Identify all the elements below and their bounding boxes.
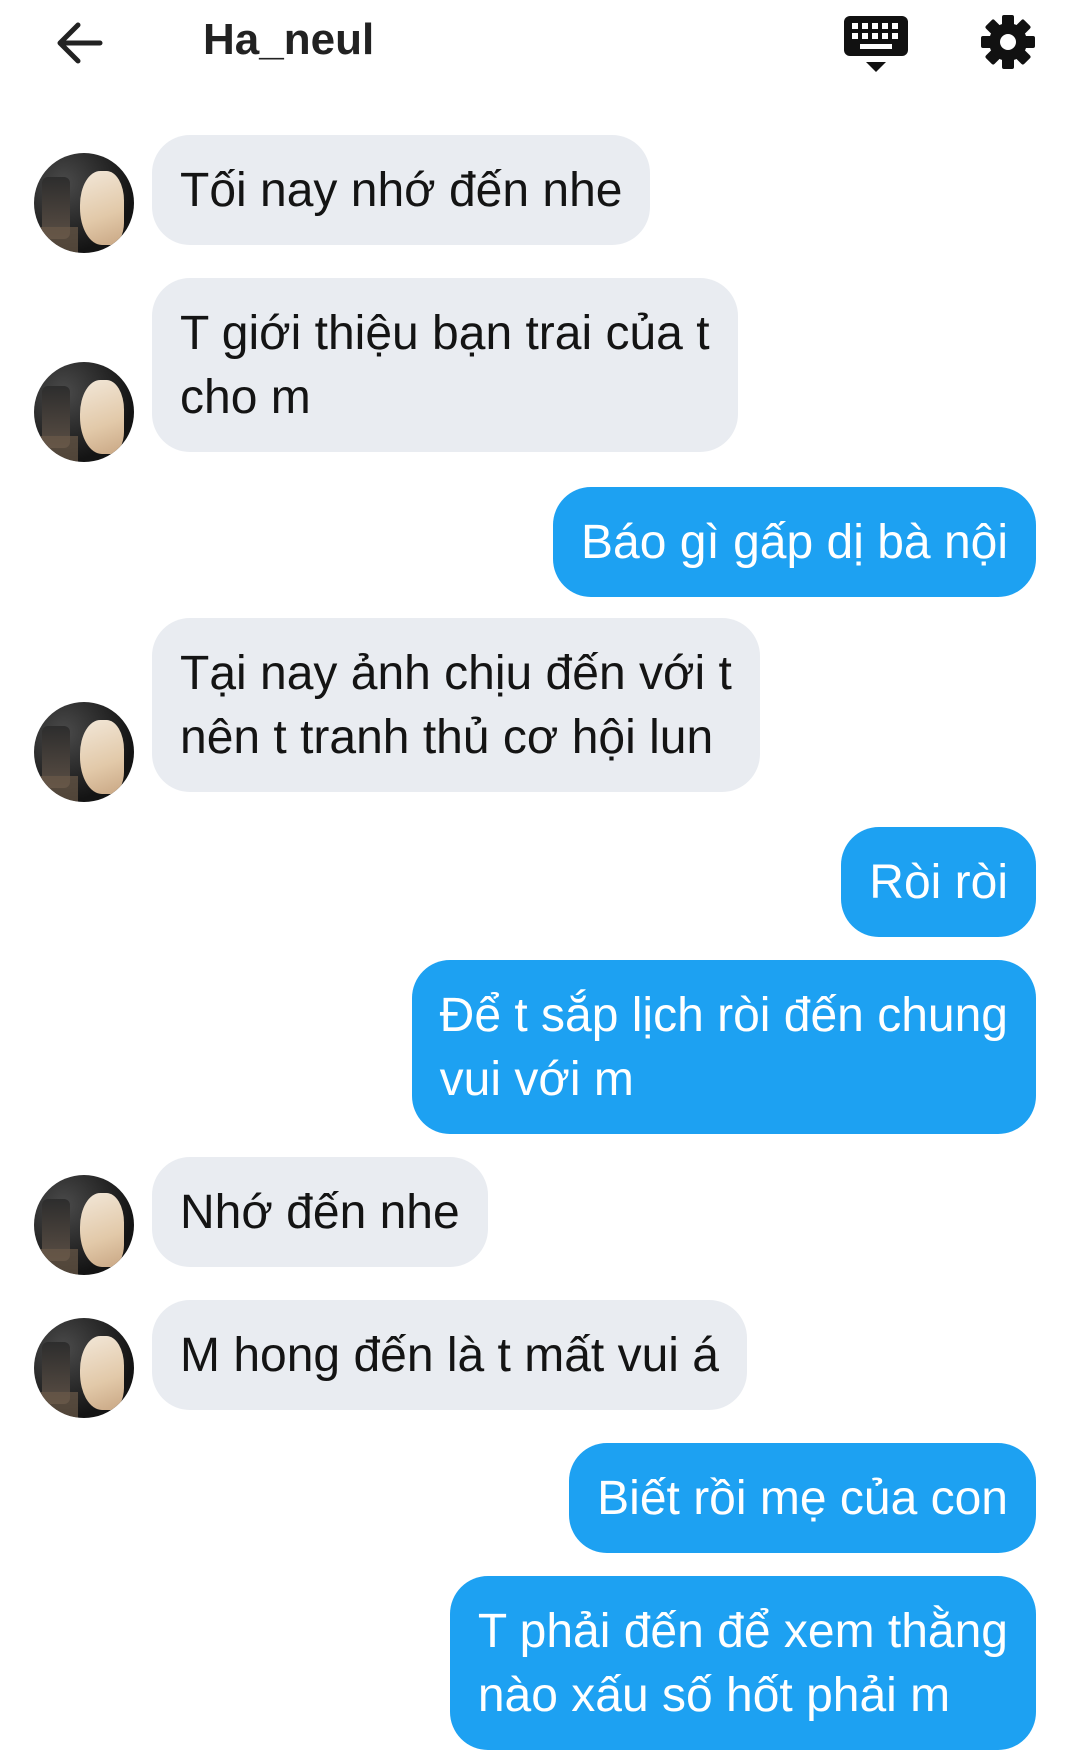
contact-avatar[interactable] — [34, 1175, 134, 1275]
outgoing-message: Báo gì gấp dị bà nội — [552, 487, 1036, 597]
gear-icon — [981, 15, 1035, 69]
outgoing-message: Để t sắp lịch ròi đến chung vui với m — [411, 960, 1036, 1134]
keyboard-toggle-button[interactable] — [840, 12, 912, 76]
incoming-message: Nhớ đến nhe — [152, 1157, 488, 1267]
chat-header: Ha_neul — [0, 0, 1080, 88]
contact-avatar[interactable] — [34, 153, 134, 253]
incoming-message: Tại nay ảnh chịu đến với t nên t tranh t… — [152, 618, 760, 792]
arrow-left-icon — [57, 22, 103, 64]
back-button[interactable] — [48, 12, 110, 74]
contact-avatar[interactable] — [34, 1318, 134, 1418]
incoming-message: M hong đến là t mất vui á — [152, 1300, 747, 1410]
contact-avatar[interactable] — [34, 362, 134, 462]
conversation-title: Ha_neul — [203, 15, 375, 64]
settings-button[interactable] — [980, 14, 1036, 70]
keyboard-hide-icon — [844, 16, 908, 72]
outgoing-message: Biết rồi mẹ của con — [569, 1443, 1036, 1553]
outgoing-message: Ròi ròi — [841, 827, 1036, 937]
incoming-message: Tối nay nhớ đến nhe — [152, 135, 651, 245]
contact-avatar[interactable] — [34, 702, 134, 802]
outgoing-message: T phải đến để xem thằng nào xấu số hốt p… — [449, 1576, 1036, 1750]
incoming-message: T giới thiệu bạn trai của t cho m — [152, 278, 738, 452]
